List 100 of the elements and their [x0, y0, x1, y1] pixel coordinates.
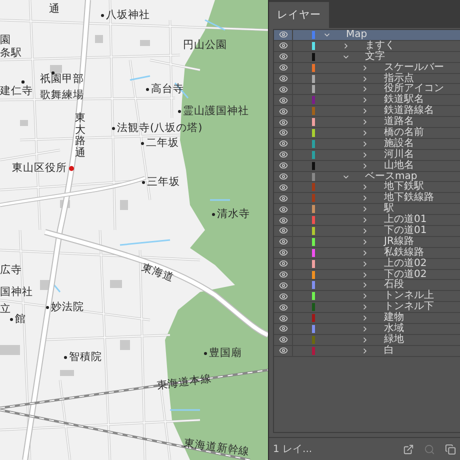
layer-row[interactable]: 地下鉄線路 — [274, 193, 460, 204]
layer-name: 役所アイコン — [384, 84, 444, 94]
chevron-right-icon[interactable] — [361, 64, 369, 72]
place-dot-icon — [141, 142, 144, 146]
layer-row[interactable]: Map — [274, 30, 460, 41]
eye-icon[interactable] — [278, 259, 288, 268]
place-label: 立 — [0, 304, 11, 316]
layer-row[interactable]: 駅 — [274, 204, 460, 216]
layer-row[interactable]: 石段 — [274, 280, 460, 292]
eye-icon[interactable] — [278, 280, 288, 290]
place-label: 妙法院 — [51, 302, 84, 314]
layer-row[interactable]: 下の道01 — [274, 226, 460, 237]
eye-icon[interactable] — [278, 30, 288, 40]
chevron-right-icon[interactable] — [361, 238, 369, 246]
chevron-right-icon[interactable] — [361, 336, 369, 344]
chevron-right-icon[interactable] — [361, 85, 369, 94]
layer-row[interactable]: JR線路 — [274, 236, 460, 248]
place-dot-icon — [204, 352, 207, 356]
chevron-down-icon[interactable] — [342, 52, 350, 61]
chevron-right-icon[interactable] — [361, 183, 369, 192]
eye-icon[interactable] — [278, 314, 288, 323]
eye-icon[interactable] — [278, 74, 288, 83]
layer-row[interactable]: 指示点 — [274, 74, 460, 84]
eye-icon[interactable] — [278, 84, 288, 94]
layers-tab[interactable]: レイヤー — [269, 2, 329, 28]
layer-row[interactable]: ますく — [274, 40, 460, 52]
chevron-right-icon[interactable] — [361, 281, 369, 290]
chevron-right-icon[interactable] — [361, 303, 369, 312]
layer-row[interactable]: 緑地 — [274, 334, 460, 346]
layer-row[interactable]: 文字 — [274, 52, 460, 63]
eye-icon[interactable] — [278, 204, 288, 214]
layer-row[interactable]: 鉄道路線名 — [274, 106, 460, 118]
layer-row[interactable]: 施設名 — [274, 138, 460, 150]
layer-row[interactable]: 建物 — [274, 313, 460, 324]
place-dot-icon — [46, 306, 49, 310]
eye-icon[interactable] — [278, 96, 288, 105]
chevron-right-icon[interactable] — [361, 194, 369, 202]
chevron-right-icon[interactable] — [361, 346, 369, 355]
chevron-right-icon[interactable] — [361, 226, 369, 235]
layer-row[interactable]: 下の道02 — [274, 270, 460, 280]
chevron-right-icon[interactable] — [361, 248, 369, 257]
chevron-right-icon[interactable] — [361, 270, 369, 279]
layer-row[interactable]: 道路名 — [274, 117, 460, 128]
layer-row[interactable]: スケールバー — [274, 62, 460, 74]
eye-icon[interactable] — [278, 139, 288, 148]
chevron-right-icon[interactable] — [361, 128, 369, 137]
chevron-right-icon[interactable] — [361, 107, 369, 116]
layer-row[interactable]: 役所アイコン — [274, 84, 460, 96]
eye-icon[interactable] — [278, 41, 288, 50]
layer-row[interactable]: 上の道02 — [274, 258, 460, 270]
chevron-right-icon[interactable] — [361, 74, 369, 82]
chevron-right-icon[interactable] — [361, 96, 369, 104]
place-label: 三年坂 — [147, 177, 180, 189]
chevron-right-icon[interactable] — [361, 162, 369, 170]
eye-icon[interactable] — [278, 52, 288, 62]
eye-icon[interactable] — [278, 292, 288, 301]
layer-row[interactable]: 上の道01 — [274, 215, 460, 226]
chevron-right-icon[interactable] — [361, 140, 369, 148]
chevron-right-icon[interactable] — [361, 118, 369, 126]
chevron-right-icon[interactable] — [361, 292, 369, 300]
chevron-right-icon[interactable] — [361, 260, 369, 268]
chevron-right-icon[interactable] — [361, 150, 369, 159]
chevron-right-icon[interactable] — [361, 314, 369, 322]
eye-icon[interactable] — [278, 302, 288, 312]
copy-icon[interactable] — [445, 444, 456, 454]
eye-icon[interactable] — [278, 226, 288, 236]
eye-icon[interactable] — [278, 128, 288, 138]
eye-icon[interactable] — [278, 161, 288, 170]
eye-icon[interactable] — [278, 335, 288, 344]
export-icon[interactable] — [403, 444, 414, 454]
eye-icon[interactable] — [278, 172, 288, 182]
chevron-right-icon[interactable] — [361, 216, 369, 224]
chevron-right-icon[interactable] — [361, 324, 369, 333]
layer-name: スケールバー — [384, 62, 444, 73]
chevron-down-icon[interactable] — [323, 30, 331, 39]
chevron-right-icon[interactable] — [342, 42, 350, 50]
layer-row[interactable]: 白 — [274, 346, 460, 357]
layer-row[interactable]: 水域 — [274, 324, 460, 335]
place-label: 国神社 — [0, 287, 33, 299]
eye-icon[interactable] — [278, 346, 288, 356]
layer-row[interactable]: 橋の名前 — [274, 128, 460, 139]
layer-row[interactable]: 私鉄線路 — [274, 248, 460, 259]
eye-icon[interactable] — [278, 63, 288, 72]
eye-icon[interactable] — [278, 194, 288, 203]
eye-icon[interactable] — [278, 324, 288, 334]
eye-icon[interactable] — [278, 106, 288, 116]
eye-icon[interactable] — [278, 237, 288, 246]
eye-icon[interactable] — [278, 248, 288, 258]
eye-icon[interactable] — [278, 216, 288, 225]
place-label: 智積院 — [69, 352, 102, 364]
eye-icon[interactable] — [278, 182, 288, 192]
layer-row[interactable]: トンネル上 — [274, 291, 460, 302]
eye-icon[interactable] — [278, 270, 288, 280]
layer-row[interactable]: 鉄道駅名 — [274, 95, 460, 106]
eye-icon[interactable] — [278, 150, 288, 160]
chevron-right-icon[interactable] — [361, 205, 369, 214]
chevron-down-icon[interactable] — [342, 172, 350, 181]
layer-row[interactable]: 河川名 — [274, 150, 460, 161]
eye-icon[interactable] — [278, 118, 288, 127]
layer-row[interactable]: 山地名 — [274, 160, 460, 172]
